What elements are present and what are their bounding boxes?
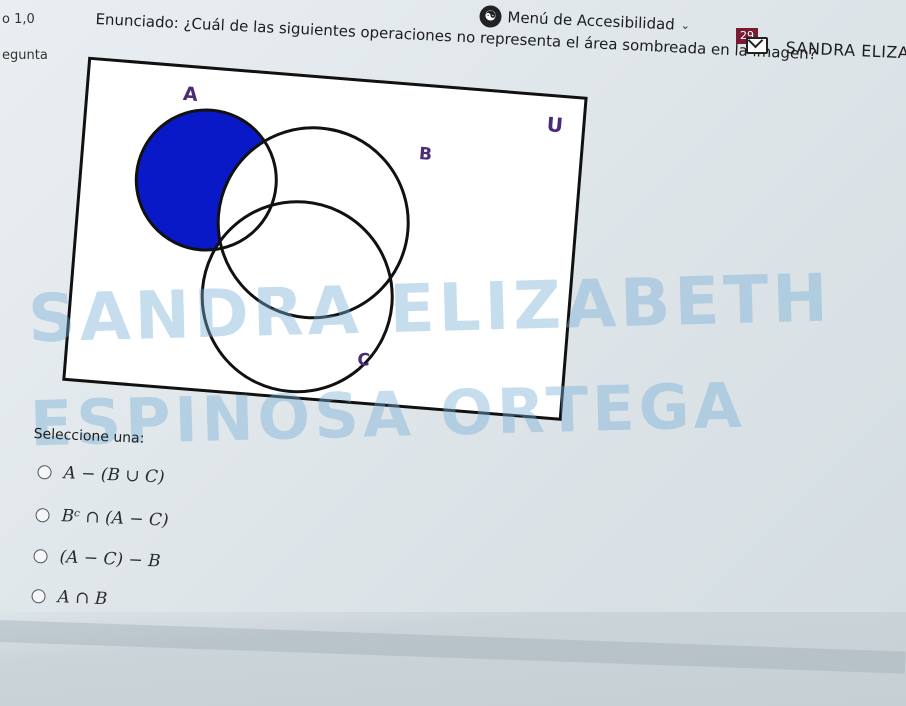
accessibility-icon: ☯ [479,5,502,28]
radio-button[interactable] [31,588,46,604]
lower-page-band [0,612,906,706]
question-stem: Enunciado: ¿Cuál de las siguientes opera… [95,10,818,64]
option-2[interactable]: Bᶜ ∩ (A − C) [35,505,169,531]
option-4[interactable]: A ∩ B [31,586,108,609]
option-label: Bᶜ ∩ (A − C) [61,506,170,531]
option-label: A ∩ B [57,587,108,610]
chevron-down-icon: ⌄ [680,18,691,32]
accessibility-menu-label: Menú de Accesibilidad [507,8,676,34]
radio-button[interactable] [33,548,48,564]
universe-rectangle [62,56,588,421]
band-stripe [0,620,906,674]
option-3[interactable]: (A − C) − B [33,546,161,572]
label-a: A [182,83,199,106]
select-prompt: Seleccione una: [33,426,145,447]
option-1[interactable]: A − (B ∪ C) [37,462,165,488]
mail-icon[interactable] [746,37,768,54]
score-text: o 1,0 [2,12,35,27]
question-label: egunta [2,48,48,63]
label-u: U [546,112,564,137]
radio-button[interactable] [37,464,52,480]
option-label: (A − C) − B [59,547,162,572]
venn-diagram: U A B C [60,54,591,424]
radio-button[interactable] [35,507,50,523]
label-c: C [357,350,371,371]
option-label: A − (B ∪ C) [63,463,166,488]
label-b: B [418,144,433,165]
